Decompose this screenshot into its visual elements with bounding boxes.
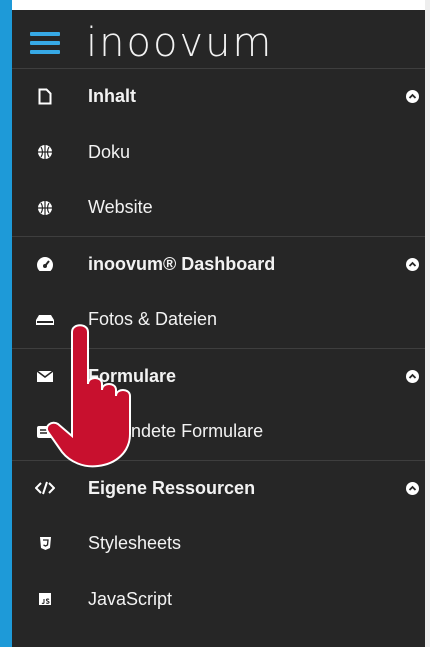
sidebar-item-label: Gesendete Formulare (88, 421, 264, 442)
sidebar-item-label: Eigene Ressourcen (88, 477, 256, 498)
hard-drive-icon (34, 314, 56, 326)
chevron-up-icon[interactable] (406, 369, 419, 383)
sidebar-item-formulare[interactable]: Formulare (12, 347, 425, 405)
envelope-icon (34, 370, 56, 383)
chevron-up-icon[interactable] (406, 90, 419, 104)
code-icon (34, 481, 56, 495)
sidebar-item-label: Inhalt (88, 86, 136, 107)
sidebar-item-dashboard[interactable]: inoovum® Dashboard (12, 235, 425, 293)
hamburger-menu-icon[interactable] (30, 32, 60, 54)
sidebar-item-javascript[interactable]: JavaScript (12, 572, 425, 628)
sidebar-item-doku[interactable]: Doku (12, 125, 425, 181)
sidebar-item-eigene-ressourcen[interactable]: Eigene Ressourcen (12, 459, 425, 517)
css3-icon (34, 536, 56, 551)
sidebar-item-label: Stylesheets (88, 533, 182, 554)
left-accent-edge (0, 0, 12, 647)
sidebar-item-inhalt[interactable]: Inhalt (12, 68, 425, 125)
globe-icon (34, 200, 56, 216)
globe-icon (34, 144, 56, 160)
sidebar-item-label: inoovum® Dashboard (88, 253, 276, 274)
brand-header: inoovum (12, 18, 425, 68)
js-file-icon (34, 592, 56, 606)
chevron-up-icon[interactable] (406, 481, 419, 495)
sidebar-item-stylesheets[interactable]: Stylesheets (12, 516, 425, 572)
chevron-up-icon[interactable] (406, 257, 419, 271)
sidebar-item-label: Fotos & Dateien (88, 309, 218, 330)
sidebar-item-fotos-dateien[interactable]: Fotos & Dateien (12, 292, 425, 348)
sidebar-item-label: JavaScript (88, 588, 173, 609)
brand-logo[interactable]: inoovum (86, 20, 273, 66)
sidebar-item-gesendete-formulare[interactable]: Gesendete Formulare (12, 404, 425, 460)
top-white-bar (0, 0, 430, 10)
sidebar-item-label: Website (88, 197, 153, 218)
dashboard-gauge-icon (34, 256, 56, 272)
envelope-sent-icon (34, 425, 56, 439)
right-edge-strip (425, 0, 430, 647)
file-icon (34, 88, 56, 105)
sidebar-menu: Inhalt Doku Website inoovum® Dashboard F… (12, 68, 425, 627)
sidebar-item-label: Formulare (88, 365, 177, 386)
sidebar-item-website[interactable]: Website (12, 180, 425, 236)
navigation-sidebar: inoovum Inhalt Doku Website inoovum® Das… (12, 10, 425, 647)
sidebar-item-label: Doku (88, 141, 131, 162)
